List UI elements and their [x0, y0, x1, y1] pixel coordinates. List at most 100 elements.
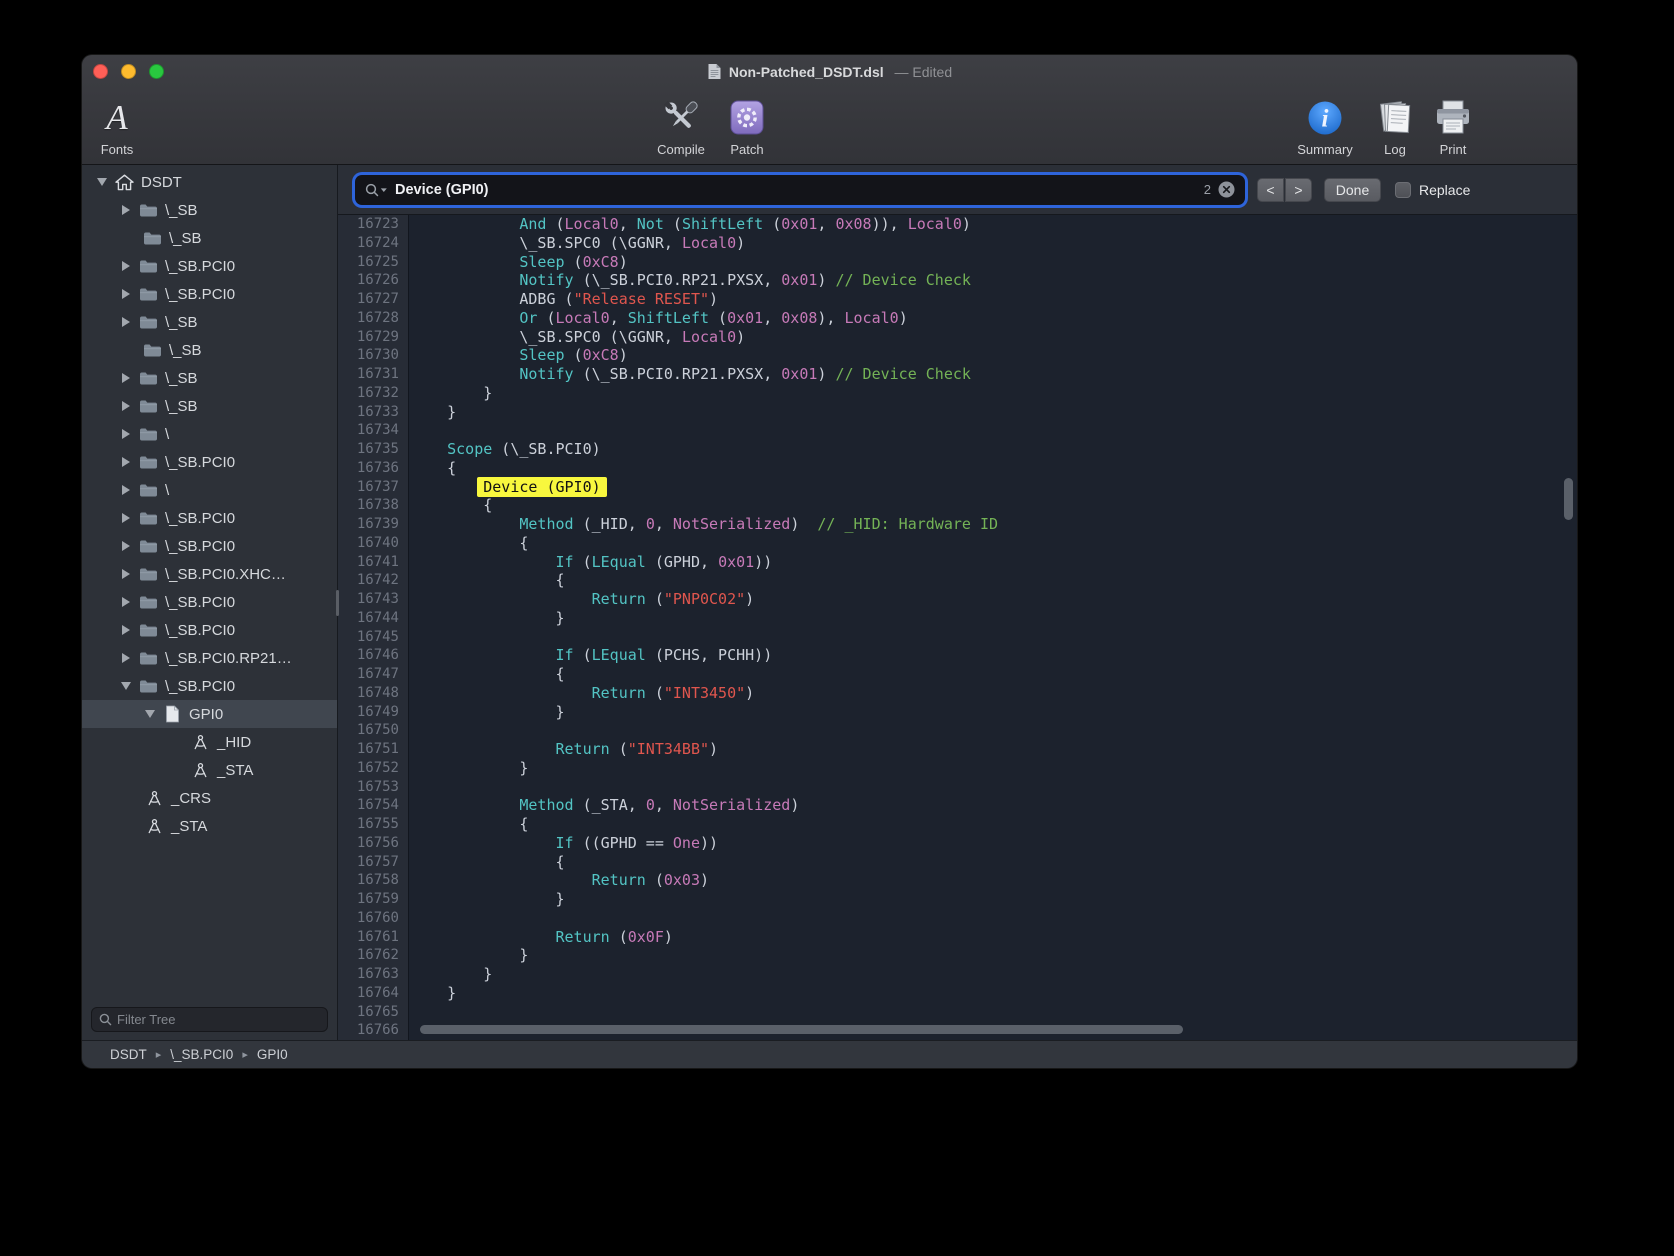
tree-item-sb[interactable]: \_SB — [82, 392, 337, 420]
disclosure-triangle-icon[interactable] — [119, 511, 133, 525]
compile-tools-icon — [658, 96, 704, 140]
compile-button[interactable]: Compile — [646, 93, 716, 157]
disclosure-triangle-icon[interactable] — [143, 707, 157, 721]
breadcrumb-item[interactable]: GPI0 — [257, 1047, 288, 1062]
tree-item-[interactable]: \ — [82, 420, 337, 448]
disclosure-triangle-icon[interactable] — [119, 651, 133, 665]
tree-item-sb-pci0[interactable]: \_SB.PCI0 — [82, 672, 337, 700]
disclosure-triangle-icon[interactable] — [119, 567, 133, 581]
window-chrome: Non-Patched_DSDT.dsl — Edited A Fonts — [82, 55, 1577, 165]
tree-item-sta[interactable]: _STA — [82, 812, 337, 840]
tree-item-label: DSDT — [141, 174, 182, 191]
tree-item-sb-pci0[interactable]: \_SB.PCI0 — [82, 504, 337, 532]
document-proxy-icon — [707, 63, 722, 80]
summary-button[interactable]: i Summary — [1290, 93, 1360, 157]
patch-button[interactable]: Patch — [712, 93, 782, 157]
line-number: 16741 — [338, 553, 399, 572]
disclosure-triangle-icon[interactable] — [119, 259, 133, 273]
close-window-button[interactable] — [93, 64, 108, 79]
folder-icon — [137, 455, 159, 470]
folder-icon — [137, 287, 159, 302]
tree-item-hid[interactable]: _HID — [82, 728, 337, 756]
line-number: 16738 — [338, 496, 399, 515]
line-number: 16758 — [338, 871, 399, 890]
minimize-window-button[interactable] — [121, 64, 136, 79]
tree-item-sb-pci0[interactable]: \_SB.PCI0 — [82, 448, 337, 476]
fonts-button[interactable]: A Fonts — [82, 93, 152, 157]
done-button[interactable]: Done — [1324, 178, 1381, 202]
tree-item-sb[interactable]: \_SB — [82, 308, 337, 336]
line-number: 16734 — [338, 421, 399, 440]
code-line: \_SB.SPC0 (\GGNR, Local0) — [411, 328, 1577, 347]
tree-item-sb-pci0-rp21[interactable]: \_SB.PCI0.RP21… — [82, 644, 337, 672]
find-query-input[interactable] — [395, 182, 1197, 198]
disclosure-triangle-icon[interactable] — [119, 399, 133, 413]
line-number: 16763 — [338, 965, 399, 984]
editor-pane: 2 < > Done Replace — [338, 165, 1577, 1040]
clear-search-button[interactable] — [1218, 181, 1235, 198]
tree-item-sb-pci0[interactable]: \_SB.PCI0 — [82, 532, 337, 560]
disclosure-triangle-icon[interactable] — [119, 483, 133, 497]
line-number: 16755 — [338, 815, 399, 834]
splitter-handle[interactable] — [336, 590, 339, 616]
search-menu-icon[interactable] — [365, 183, 388, 197]
tree-item-sb[interactable]: \_SB — [82, 224, 337, 252]
tree-item-sta[interactable]: _STA — [82, 756, 337, 784]
search-icon — [99, 1013, 112, 1026]
next-match-button[interactable]: > — [1285, 178, 1312, 202]
tree-item-crs[interactable]: _CRS — [82, 784, 337, 812]
code-editor[interactable]: 1672316724167251672616727167281672916730… — [338, 215, 1577, 1040]
tree-item-sb-pci0[interactable]: \_SB.PCI0 — [82, 588, 337, 616]
disclosure-triangle-icon[interactable] — [119, 679, 133, 693]
disclosure-triangle-icon[interactable] — [119, 455, 133, 469]
disclosure-triangle-icon[interactable] — [95, 175, 109, 189]
line-number-gutter: 1672316724167251672616727167281672916730… — [338, 215, 409, 1040]
previous-match-button[interactable]: < — [1257, 178, 1284, 202]
code-line: Return (0x0F) — [411, 928, 1577, 947]
filter-tree-input[interactable] — [117, 1012, 320, 1027]
print-button[interactable]: Print — [1418, 93, 1488, 157]
tree-item-label: _CRS — [171, 790, 211, 807]
tree-item-sb-pci0[interactable]: \_SB.PCI0 — [82, 616, 337, 644]
tree-item-dsdt[interactable]: DSDT — [82, 168, 337, 196]
code-line: { — [411, 496, 1577, 515]
disclosure-triangle-icon[interactable] — [119, 623, 133, 637]
code-text[interactable]: And (Local0, Not (ShiftLeft (0x01, 0x08)… — [409, 215, 1577, 1040]
line-number: 16737 — [338, 478, 399, 497]
tree-item-sb[interactable]: \_SB — [82, 336, 337, 364]
line-number: 16746 — [338, 646, 399, 665]
disclosure-triangle-icon[interactable] — [119, 539, 133, 553]
disclosure-triangle-icon[interactable] — [119, 287, 133, 301]
folder-icon — [137, 203, 159, 218]
tree-item-label: \_SB.PCI0 — [165, 678, 235, 695]
breadcrumb-item[interactable]: \_SB.PCI0 — [170, 1047, 233, 1062]
disclosure-triangle-icon[interactable] — [119, 595, 133, 609]
tree-item-label: GPI0 — [189, 706, 223, 723]
disclosure-triangle-icon[interactable] — [119, 203, 133, 217]
tree-item-sb[interactable]: \_SB — [82, 196, 337, 224]
fonts-button-label: Fonts — [101, 142, 134, 157]
line-number: 16748 — [338, 684, 399, 703]
horizontal-scrollbar-thumb[interactable] — [420, 1025, 1183, 1034]
breadcrumb: DSDT▸\_SB.PCI0▸GPI0 — [82, 1040, 1577, 1068]
tree-item-[interactable]: \ — [82, 476, 337, 504]
tree-item-sb-pci0[interactable]: \_SB.PCI0 — [82, 280, 337, 308]
breadcrumb-item[interactable]: DSDT — [110, 1047, 147, 1062]
tree-item-label: \_SB — [169, 342, 202, 359]
vertical-scrollbar-thumb[interactable] — [1564, 478, 1573, 520]
line-number: 16736 — [338, 459, 399, 478]
tree-item-label: \_SB — [165, 202, 198, 219]
tree-item-gpi0[interactable]: GPI0 — [82, 700, 337, 728]
disclosure-triangle-icon[interactable] — [119, 371, 133, 385]
replace-checkbox[interactable] — [1395, 182, 1411, 198]
line-number: 16731 — [338, 365, 399, 384]
folder-icon — [137, 567, 159, 582]
zoom-window-button[interactable] — [149, 64, 164, 79]
tree-item-sb[interactable]: \_SB — [82, 364, 337, 392]
tree-item-sb-pci0-xhc[interactable]: \_SB.PCI0.XHC… — [82, 560, 337, 588]
disclosure-triangle-icon[interactable] — [119, 315, 133, 329]
disclosure-triangle-icon[interactable] — [119, 427, 133, 441]
tree-item-sb-pci0[interactable]: \_SB.PCI0 — [82, 252, 337, 280]
line-number: 16744 — [338, 609, 399, 628]
line-number: 16761 — [338, 928, 399, 947]
